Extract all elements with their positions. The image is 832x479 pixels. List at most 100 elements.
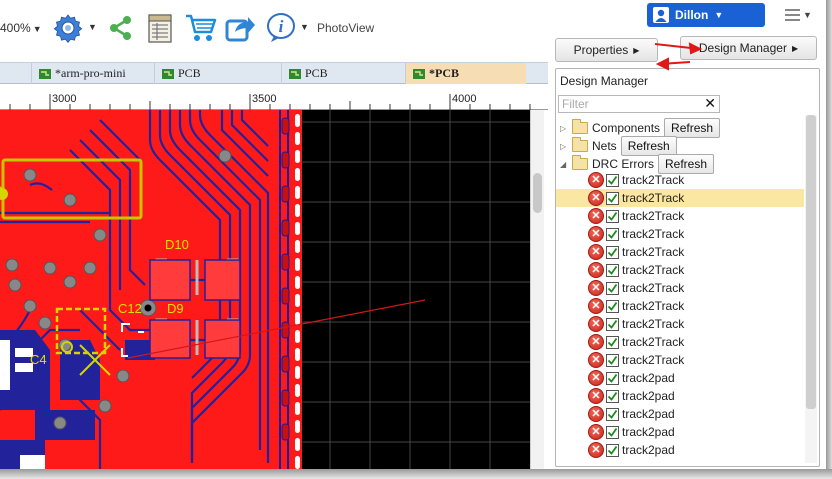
filter-input[interactable]	[562, 97, 702, 111]
design-tree: ▷ Components Refresh ▷ Nets Refresh ◢ DR…	[556, 117, 804, 462]
row-checkbox[interactable]	[606, 209, 619, 223]
drc-error-row[interactable]: ✕ track2Track	[556, 279, 804, 297]
share-icon[interactable]	[103, 10, 139, 46]
check-icon	[607, 337, 618, 347]
folder-label: Nets	[592, 139, 617, 153]
expand-icon[interactable]: ▷	[560, 142, 568, 151]
check-icon	[607, 265, 618, 275]
drc-error-row[interactable]: ✕ track2Track	[556, 315, 804, 333]
row-checkbox[interactable]	[606, 371, 619, 385]
drc-error-row[interactable]: ✕ track2pad	[556, 405, 804, 423]
drc-error-row[interactable]: ✕ track2Track	[556, 333, 804, 351]
bom-icon[interactable]	[142, 10, 178, 46]
chevron-right-icon: ▶	[633, 45, 640, 55]
drc-error-row[interactable]: ✕ track2pad	[556, 423, 804, 441]
row-checkbox[interactable]	[606, 335, 619, 349]
tree-folder-nets[interactable]: ▷ Nets Refresh	[560, 136, 677, 156]
doc-tab-pcb-2[interactable]: PCB	[281, 63, 405, 84]
gear-chevron-icon[interactable]: ▼	[88, 22, 97, 32]
drc-error-row[interactable]: ✕ track2pad	[556, 387, 804, 405]
drc-error-row[interactable]: ✕ track2Track	[556, 261, 804, 279]
error-icon: ✕	[588, 424, 604, 440]
info-icon[interactable]: i	[263, 10, 299, 46]
row-checkbox[interactable]	[606, 245, 619, 259]
row-checkbox[interactable]	[606, 317, 619, 331]
row-checkbox[interactable]	[606, 443, 619, 457]
doc-tab-label: *PCB	[429, 66, 459, 80]
photoview-button[interactable]: PhotoView	[317, 21, 374, 35]
error-icon: ✕	[588, 442, 604, 458]
horizontal-ruler: 3000 3500 4000	[0, 84, 548, 110]
drc-error-row[interactable]: ✕ track2Track	[556, 189, 804, 207]
error-icon: ✕	[588, 172, 604, 188]
error-label: track2Track	[622, 281, 685, 295]
drc-error-row[interactable]: ✕ track2pad	[556, 441, 804, 459]
row-checkbox[interactable]	[606, 389, 619, 403]
error-icon: ✕	[588, 244, 604, 260]
cart-icon[interactable]	[183, 10, 219, 46]
drc-error-row[interactable]: ✕ track2pad	[556, 369, 804, 387]
user-menu-button[interactable]: Dillon ▼	[647, 3, 765, 27]
tree-folder-components[interactable]: ▷ Components Refresh	[560, 118, 721, 138]
error-label: track2pad	[622, 425, 675, 439]
check-icon	[607, 409, 618, 419]
check-icon	[607, 445, 618, 455]
refresh-components-button[interactable]: Refresh	[664, 118, 721, 138]
error-label: track2pad	[622, 389, 675, 403]
pcb-canvas[interactable]: D10 D9 C12 C4	[0, 110, 530, 469]
doc-tab-pcb-active[interactable]: *PCB	[405, 63, 526, 84]
collapse-icon[interactable]: ◢	[560, 160, 568, 169]
canvas-vertical-scrollbar[interactable]	[530, 110, 544, 469]
row-checkbox[interactable]	[606, 227, 619, 241]
main-menu-button[interactable]: ▼	[785, 6, 817, 24]
properties-label: Properties	[573, 43, 629, 57]
window-shadow	[0, 469, 832, 479]
pcb-doc-icon	[289, 68, 301, 79]
pcb-board: D10 D9 C12 C4	[0, 110, 530, 469]
chevron-down-icon: ▼	[714, 10, 724, 20]
clear-filter-icon[interactable]: ✕	[704, 95, 716, 112]
error-label: track2Track	[622, 317, 685, 331]
error-icon: ✕	[588, 280, 604, 296]
doc-tab-label: *arm-pro-mini	[55, 66, 126, 80]
row-checkbox[interactable]	[606, 191, 619, 205]
doc-tab-pcb-1[interactable]: PCB	[154, 63, 281, 84]
drc-error-row[interactable]: ✕ track2Track	[556, 297, 804, 315]
zoom-dropdown[interactable]: 400% ▼	[0, 21, 42, 35]
drc-error-row[interactable]: ✕ track2Track	[556, 171, 804, 189]
error-label: track2Track	[622, 191, 685, 205]
drc-error-row[interactable]: ✕ track2Track	[556, 243, 804, 261]
row-checkbox[interactable]	[606, 173, 619, 187]
error-icon: ✕	[588, 262, 604, 278]
row-checkbox[interactable]	[606, 407, 619, 421]
check-icon	[607, 427, 618, 437]
info-chevron-icon[interactable]: ▼	[300, 22, 309, 32]
design-manager-label: Design Manager	[698, 41, 787, 55]
row-checkbox[interactable]	[606, 425, 619, 439]
doc-tab-label: PCB	[305, 66, 328, 80]
row-checkbox[interactable]	[606, 263, 619, 277]
error-icon: ✕	[588, 226, 604, 242]
document-tabs: *arm-pro-mini PCB PCB *PCB	[0, 62, 548, 84]
panel-vertical-scrollbar[interactable]	[805, 115, 817, 463]
gear-icon[interactable]	[50, 10, 86, 46]
pcb-doc-icon	[162, 68, 174, 79]
design-manager-tab[interactable]: Design Manager ▶	[680, 36, 817, 60]
check-icon	[607, 175, 618, 185]
user-name: Dillon	[675, 8, 709, 22]
drc-error-row[interactable]: ✕ track2Track	[556, 351, 804, 369]
doc-tab-arm-pro-mini[interactable]: *arm-pro-mini	[31, 63, 154, 84]
drc-error-row[interactable]: ✕ track2Track	[556, 225, 804, 243]
chevron-right-icon: ▶	[791, 43, 799, 53]
export-icon[interactable]	[222, 10, 258, 46]
row-checkbox[interactable]	[606, 299, 619, 313]
expand-icon[interactable]: ▷	[560, 124, 568, 133]
row-checkbox[interactable]	[606, 281, 619, 295]
scroll-thumb[interactable]	[533, 173, 542, 213]
scroll-thumb[interactable]	[806, 115, 816, 409]
drc-error-row[interactable]: ✕ track2Track	[556, 207, 804, 225]
check-icon	[607, 319, 618, 329]
refresh-nets-button[interactable]: Refresh	[620, 136, 677, 156]
properties-tab[interactable]: Properties ▶	[555, 38, 658, 62]
row-checkbox[interactable]	[606, 353, 619, 367]
